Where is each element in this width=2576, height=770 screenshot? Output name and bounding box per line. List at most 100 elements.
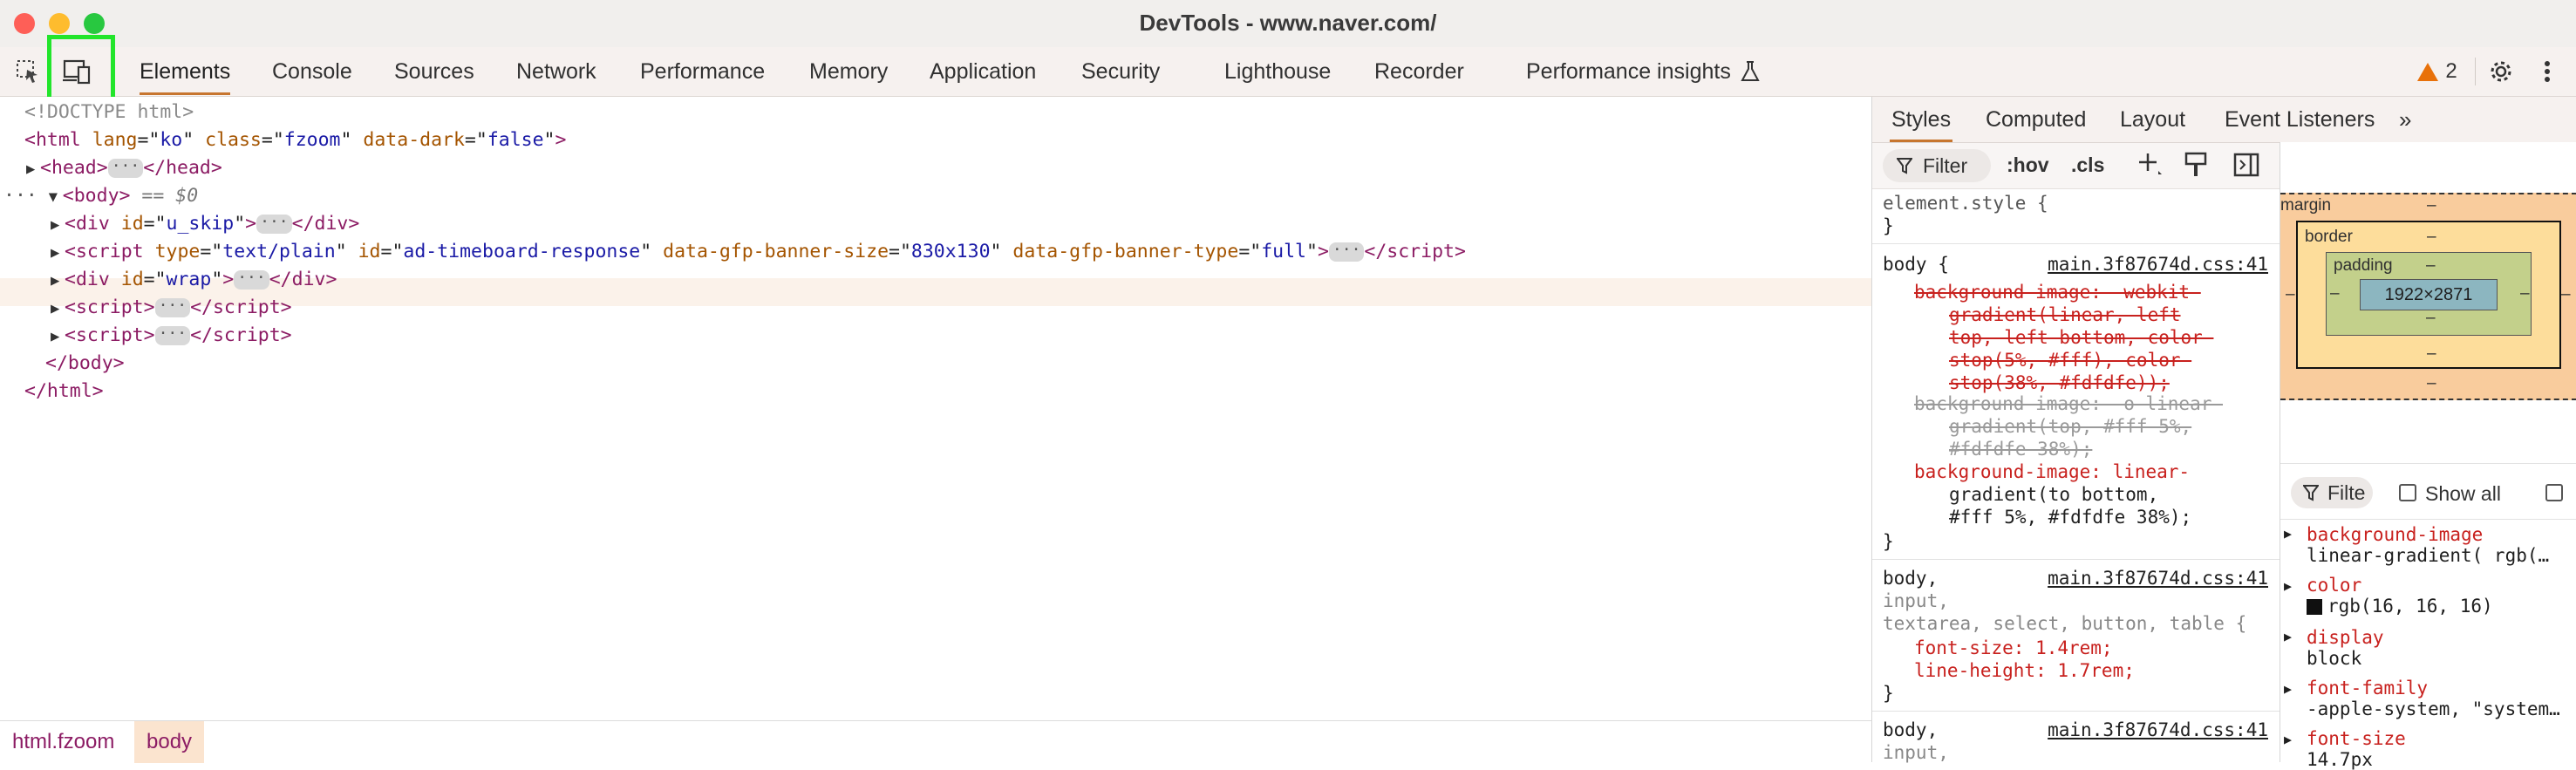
rule-source-link[interactable]: main.3f87674d.css:41 bbox=[2048, 254, 2268, 276]
ellipsis-icon[interactable]: ··· bbox=[154, 298, 191, 317]
ellipsis-icon[interactable]: ··· bbox=[1328, 242, 1365, 262]
more-vert-icon[interactable] bbox=[2534, 56, 2560, 87]
window-title: DevTools - www.naver.com/ bbox=[1139, 10, 1437, 36]
tab-application[interactable]: Application bbox=[930, 47, 1036, 95]
show-all-checkbox[interactable] bbox=[2399, 484, 2416, 501]
attr-value: u_skip bbox=[166, 213, 235, 235]
rule-divider bbox=[1872, 711, 2280, 712]
css-declaration-font-size[interactable]: font-size: 1.4rem; bbox=[1914, 637, 2113, 659]
css-declaration-line-height[interactable]: line-height: 1.7rem; bbox=[1914, 660, 2135, 682]
dom-node-div-wrap[interactable]: ▶ <div id="wrap"> ··· </div> bbox=[51, 266, 337, 294]
dom-node-body-close[interactable]: </body> bbox=[45, 350, 125, 378]
ellipsis-icon[interactable]: ··· bbox=[107, 159, 144, 178]
element-style-selector[interactable]: element.style { bbox=[1883, 193, 2048, 215]
tab-sources[interactable]: Sources bbox=[394, 47, 474, 95]
rule-selector[interactable]: body { bbox=[1883, 254, 1949, 276]
expand-triangle-icon[interactable]: ▶ bbox=[51, 267, 65, 295]
dom-node-head[interactable]: ▶ <head> ··· </head> bbox=[26, 154, 222, 182]
tab-performance-insights[interactable]: Performance insights bbox=[1526, 47, 1731, 95]
computed-filter-input[interactable]: Filte bbox=[2291, 477, 2373, 508]
tab-elements[interactable]: Elements bbox=[140, 47, 231, 95]
tab-event-listeners[interactable]: Event Listeners bbox=[2225, 97, 2375, 142]
more-actions-icon[interactable]: ··· bbox=[3, 185, 37, 207]
filter-icon bbox=[1896, 157, 1913, 179]
tab-network[interactable]: Network bbox=[516, 47, 596, 95]
color-swatch[interactable] bbox=[2307, 599, 2322, 615]
expand-triangle-icon[interactable]: ▶ bbox=[26, 155, 40, 183]
class-toggle[interactable]: .cls bbox=[2071, 153, 2104, 177]
issues-count: 2 bbox=[2445, 59, 2457, 83]
script-tag-name: script bbox=[75, 296, 144, 318]
div-tag-name: div bbox=[75, 269, 110, 290]
expand-triangle-icon[interactable]: ▶ bbox=[2284, 732, 2292, 747]
attr-name: class bbox=[205, 129, 262, 151]
dom-node-script-ad[interactable]: ▶ <script type="text/plain" id="ad-timebo… bbox=[51, 238, 1466, 266]
group-checkbox[interactable] bbox=[2545, 484, 2563, 501]
border-bottom-value: – bbox=[2427, 344, 2436, 363]
rule-selector[interactable]: body, bbox=[1883, 568, 1938, 589]
gear-icon[interactable] bbox=[2484, 56, 2518, 87]
issues-counter[interactable]: 2 bbox=[2409, 56, 2466, 87]
css-declaration[interactable]: background-image: -o-linear- bbox=[1914, 393, 2223, 415]
rule-source-link[interactable]: main.3f87674d.css:41 bbox=[2048, 568, 2268, 589]
dom-node-html[interactable]: <html lang="ko" class="fzoom" data-dark=… bbox=[24, 126, 566, 154]
expand-triangle-icon[interactable]: ▶ bbox=[51, 323, 65, 351]
breadcrumb: html.fzoom body bbox=[0, 720, 1871, 763]
dom-node-script-2[interactable]: ▶ <script> ··· </script> bbox=[51, 322, 292, 350]
attr-name: data-gfp-banner-size bbox=[663, 241, 889, 262]
tab-console[interactable]: Console bbox=[272, 47, 352, 95]
ellipsis-icon[interactable]: ··· bbox=[154, 326, 191, 345]
dom-node-body[interactable]: ··· ▼ <body> == $0 bbox=[3, 182, 198, 210]
margin-left-value: – bbox=[2286, 285, 2295, 303]
ellipsis-icon[interactable]: ··· bbox=[234, 270, 269, 290]
dom-node-script-1[interactable]: ▶ <script> ··· </script> bbox=[51, 294, 292, 322]
add-rule-icon[interactable] bbox=[2136, 150, 2164, 182]
expand-triangle-icon[interactable]: ▶ bbox=[51, 211, 65, 239]
dom-node-doctype[interactable]: <!DOCTYPE html> bbox=[24, 99, 194, 126]
collapse-triangle-icon[interactable]: ▼ bbox=[49, 183, 63, 211]
expand-triangle-icon[interactable]: ▶ bbox=[51, 295, 65, 323]
tab-styles[interactable]: Styles bbox=[1889, 97, 1953, 142]
close-brace: } bbox=[1883, 683, 1894, 704]
margin-top-value: – bbox=[2427, 196, 2436, 215]
tab-recorder[interactable]: Recorder bbox=[1374, 47, 1464, 95]
expand-triangle-icon[interactable]: ▶ bbox=[2284, 578, 2292, 594]
tab-lighthouse[interactable]: Lighthouse bbox=[1224, 47, 1331, 95]
css-declaration[interactable]: background-image: -webkit- bbox=[1914, 282, 2201, 303]
box-model-margin[interactable]: margin – – – – border – – padding – – – … bbox=[2280, 193, 2576, 400]
tab-memory[interactable]: Memory bbox=[809, 47, 888, 95]
tab-computed[interactable]: Computed bbox=[1986, 97, 2086, 142]
expand-triangle-icon[interactable]: ▶ bbox=[2284, 681, 2292, 697]
inspect-element-icon[interactable] bbox=[12, 56, 44, 87]
attr-value: wrap bbox=[166, 269, 212, 290]
toggle-sidebar-icon[interactable] bbox=[2233, 152, 2259, 182]
more-tabs-chevron-icon[interactable]: » bbox=[2399, 97, 2411, 142]
breadcrumb-item-body[interactable]: body bbox=[134, 721, 205, 763]
css-declaration-cont: gradient(top, #fff 5%, bbox=[1949, 416, 2192, 437]
close-brace: } bbox=[1883, 215, 1894, 236]
expand-triangle-icon[interactable]: ▶ bbox=[2284, 526, 2292, 542]
computed-prop-value: linear-gradient( rgb(… bbox=[2307, 545, 2549, 566]
rule-selector[interactable]: body, bbox=[1883, 719, 1938, 741]
devtools-toolbar: Elements Console Sources Network Perform… bbox=[0, 47, 2576, 97]
tab-performance[interactable]: Performance bbox=[640, 47, 765, 95]
dom-node-div-u-skip[interactable]: ▶ <div id="u_skip"> ··· </div> bbox=[51, 210, 359, 238]
tab-layout[interactable]: Layout bbox=[2120, 97, 2185, 142]
tab-security[interactable]: Security bbox=[1081, 47, 1160, 95]
hover-state-toggle[interactable]: :hov bbox=[2007, 153, 2049, 177]
box-model-padding[interactable]: padding – – – – 1922×2871 bbox=[2326, 252, 2532, 336]
dom-node-html-close[interactable]: </html> bbox=[24, 378, 104, 405]
ellipsis-icon[interactable]: ··· bbox=[256, 215, 292, 234]
expand-triangle-icon[interactable]: ▶ bbox=[51, 239, 65, 267]
box-model-border[interactable]: border – – padding – – – – 1922×2871 bbox=[2296, 221, 2561, 369]
filter-input[interactable]: Filter bbox=[1883, 149, 1991, 182]
breadcrumb-item-html[interactable]: html.fzoom bbox=[0, 721, 126, 763]
rule-source-link[interactable]: main.3f87674d.css:41 bbox=[2048, 719, 2268, 741]
head-close-tag-name: head bbox=[166, 157, 211, 179]
expand-triangle-icon[interactable]: ▶ bbox=[2284, 629, 2292, 644]
padding-left-value: – bbox=[2330, 284, 2340, 303]
css-declaration-cont: gradient(to bottom, bbox=[1949, 484, 2159, 505]
css-declaration[interactable]: background-image: linear- bbox=[1914, 461, 2190, 483]
box-model-content[interactable]: 1922×2871 bbox=[2360, 279, 2498, 310]
paint-brush-icon[interactable] bbox=[2184, 152, 2207, 182]
